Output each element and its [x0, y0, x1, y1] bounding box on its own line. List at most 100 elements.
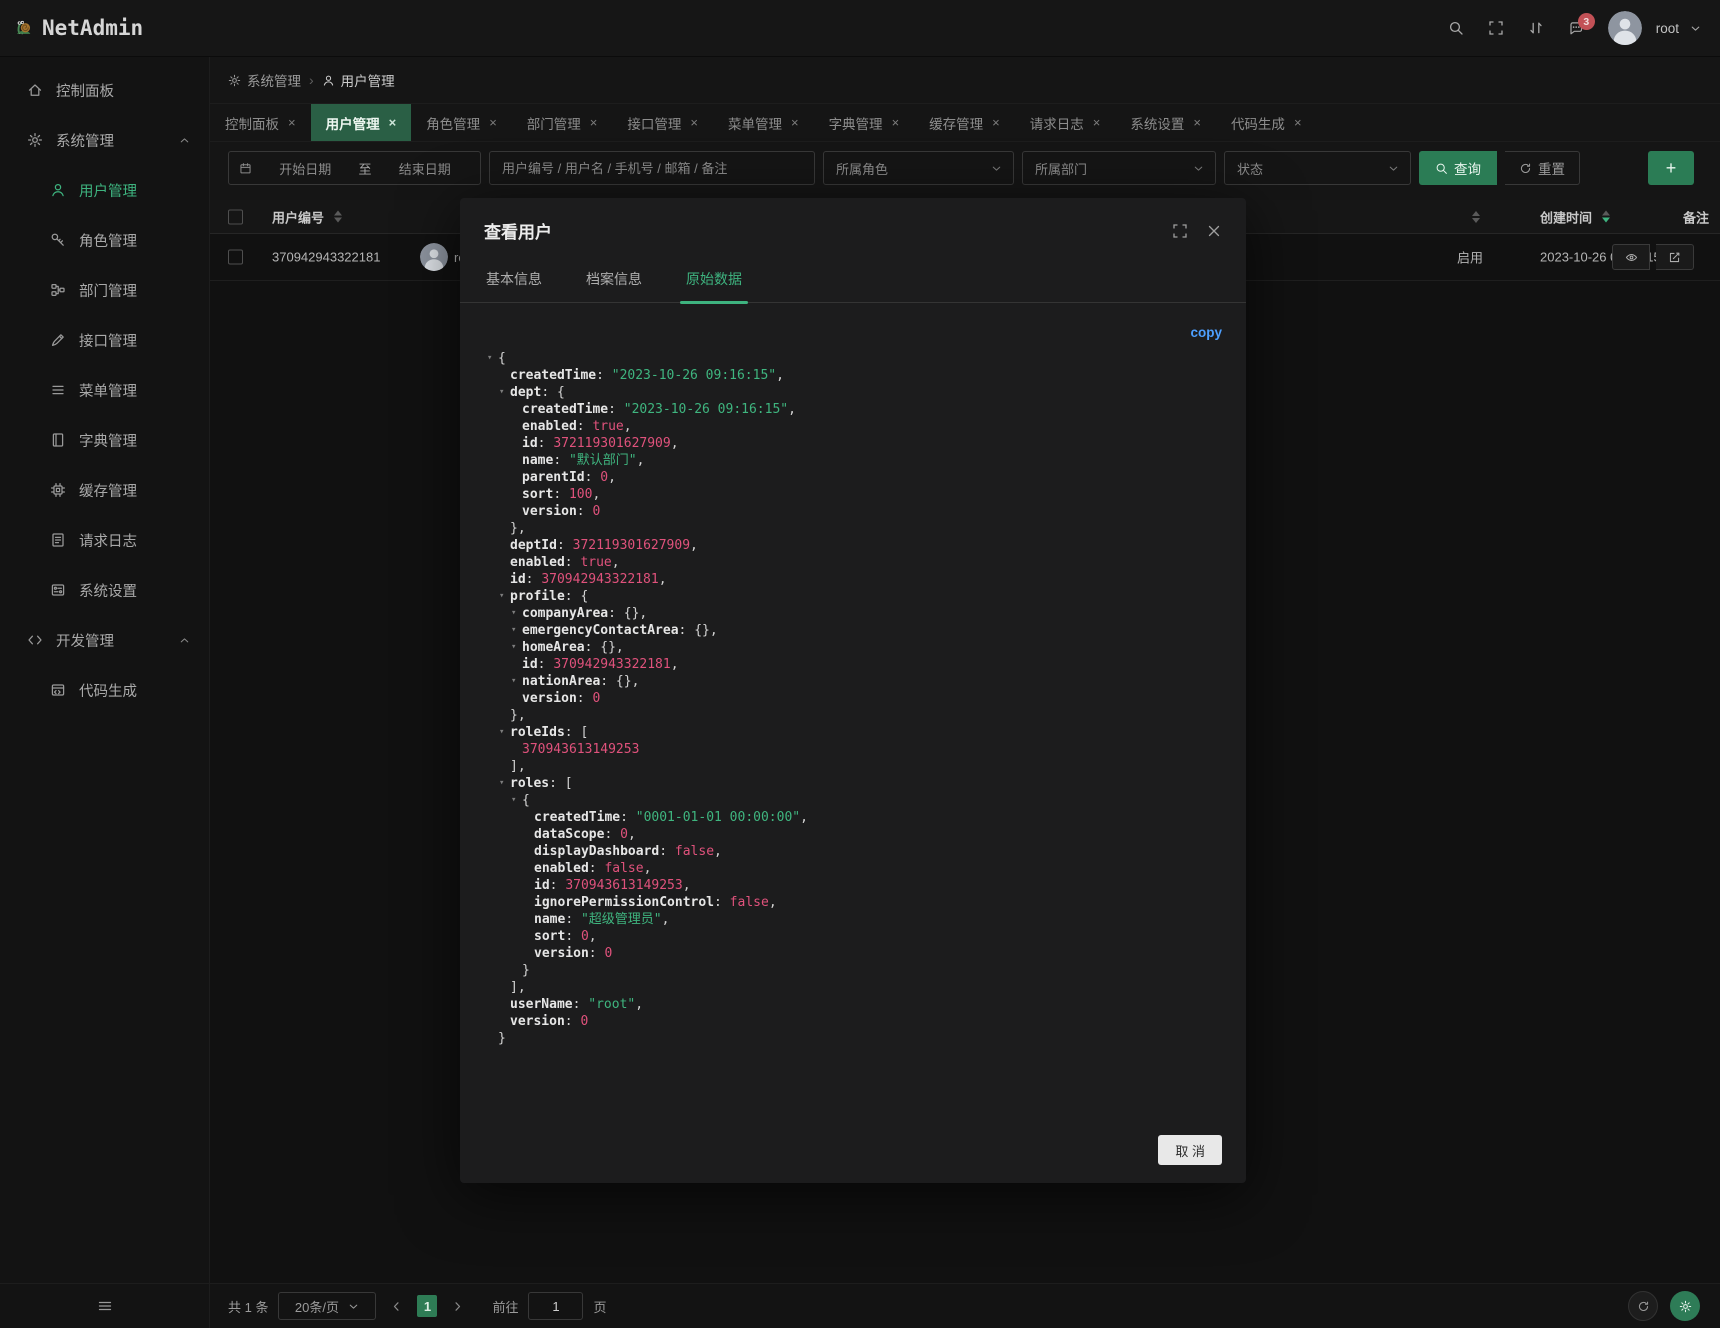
sort-icon[interactable] [1472, 211, 1480, 223]
row-checkbox[interactable] [228, 250, 243, 265]
prev-page-icon[interactable] [390, 1300, 403, 1313]
collapse-arrow-icon[interactable]: ▾ [499, 588, 510, 605]
dialog-tab-基本信息[interactable]: 基本信息 [484, 261, 544, 302]
collapse-arrow-icon[interactable]: ▾ [511, 792, 522, 809]
add-user-button[interactable]: + [1648, 151, 1694, 185]
role-select[interactable]: 所属角色 [823, 151, 1014, 185]
fullscreen-icon[interactable] [1488, 20, 1504, 36]
tab-close-icon[interactable]: × [1193, 115, 1201, 130]
user-avatar[interactable] [1608, 11, 1642, 45]
tab-close-icon[interactable]: × [892, 115, 900, 130]
collapse-arrow-icon[interactable]: ▾ [511, 639, 522, 656]
page-number-1[interactable]: 1 [417, 1295, 437, 1317]
dialog-close-icon[interactable] [1206, 223, 1222, 239]
dialog-tab-档案信息[interactable]: 档案信息 [584, 261, 644, 302]
sidebar-item-控制面板[interactable]: 控制面板 [0, 65, 209, 115]
collapse-arrow-icon[interactable]: ▾ [499, 775, 510, 792]
collapse-arrow-icon[interactable]: ▾ [511, 673, 522, 690]
tab-close-icon[interactable]: × [1294, 115, 1302, 130]
chevron-down-icon[interactable] [1689, 22, 1702, 35]
breadcrumb-item-users[interactable]: 用户管理 [322, 70, 395, 90]
theme-settings-button[interactable] [1670, 1291, 1700, 1321]
dept-select[interactable]: 所属部门 [1022, 151, 1216, 185]
json-line: version: 0 [484, 1013, 1222, 1030]
page-tab-label: 用户管理 [326, 113, 380, 133]
column-header-created-time[interactable]: 创建时间 [1540, 207, 1610, 226]
sidebar-item-系统管理[interactable]: 系统管理 [0, 115, 209, 165]
page-size-select[interactable]: 20条/页 [278, 1292, 376, 1320]
dialog-tab-原始数据[interactable]: 原始数据 [684, 261, 744, 302]
reset-button[interactable]: 重置 [1505, 151, 1580, 185]
sidebar-item-代码生成[interactable]: 代码生成 [0, 665, 209, 715]
search-icon[interactable] [1448, 20, 1464, 36]
page-tab-缓存管理[interactable]: 缓存管理× [914, 104, 1015, 141]
page-tab-label: 菜单管理 [728, 113, 782, 133]
collapse-arrow-icon[interactable]: ▾ [499, 384, 510, 401]
page-tab-菜单管理[interactable]: 菜单管理 × [713, 104, 814, 141]
sidebar-item-label: 开发管理 [56, 630, 114, 651]
page-tab-系统设置[interactable]: 系统设置× [1115, 104, 1216, 141]
collapse-arrow-icon[interactable]: ▾ [511, 605, 522, 622]
tab-close-icon[interactable]: × [389, 115, 397, 130]
sidebar-footer [0, 1283, 209, 1328]
collapse-arrow-icon[interactable]: ▾ [487, 350, 498, 367]
sidebar-item-角色管理[interactable]: 角色管理 [0, 215, 209, 265]
select-all-checkbox[interactable] [228, 209, 243, 224]
column-header-hidden[interactable] [1462, 211, 1480, 223]
column-header-user-id[interactable]: 用户编号 [272, 207, 342, 226]
json-line: parentId: 0, [484, 469, 1222, 486]
tab-close-icon[interactable]: × [690, 115, 698, 130]
tab-close-icon[interactable]: × [1093, 115, 1101, 130]
reload-page-button[interactable] [1628, 1291, 1658, 1321]
doc-icon [50, 532, 66, 548]
page-tab-请求日志[interactable]: 请求日志× [1015, 104, 1116, 141]
sidebar-item-系统设置[interactable]: 系统设置 [0, 565, 209, 615]
json-line: }, [484, 707, 1222, 724]
app-logo[interactable]: NetAdmin [0, 16, 143, 40]
org-icon [50, 282, 66, 298]
sidebar-item-缓存管理[interactable]: 缓存管理 [0, 465, 209, 515]
status-select[interactable]: 状态 [1224, 151, 1411, 185]
edit-row-button[interactable] [1656, 244, 1694, 270]
page-tab-部门管理[interactable]: 部门管理× [512, 104, 613, 141]
query-button[interactable]: 查询 [1419, 151, 1497, 185]
keyword-input[interactable] [489, 151, 815, 185]
sidebar-item-部门管理[interactable]: 部门管理 [0, 265, 209, 315]
username-label[interactable]: root [1656, 21, 1679, 36]
page-tab-接口管理[interactable]: 接口管理× [612, 104, 713, 141]
sidebar-item-字典管理[interactable]: 字典管理 [0, 415, 209, 465]
sidebar-item-菜单管理[interactable]: 菜单管理 [0, 365, 209, 415]
copy-json-link[interactable]: copy [484, 313, 1222, 350]
sidebar-item-接口管理[interactable]: 接口管理 [0, 315, 209, 365]
sidebar-item-用户管理[interactable]: 用户管理 [0, 165, 209, 215]
pen-icon [50, 332, 66, 348]
tab-close-icon[interactable]: × [288, 115, 296, 130]
view-row-button[interactable] [1612, 244, 1650, 270]
cancel-button[interactable]: 取 消 [1158, 1135, 1222, 1165]
page-tab-代码生成[interactable]: 代码生成× [1216, 104, 1317, 141]
sidebar-item-请求日志[interactable]: 请求日志 [0, 515, 209, 565]
tab-close-icon[interactable]: × [992, 115, 1000, 130]
breadcrumb-item-system[interactable]: 系统管理 [228, 70, 301, 90]
collapse-sidebar-icon[interactable] [97, 1298, 113, 1314]
sidebar-item-label: 控制面板 [56, 80, 114, 101]
message-icon[interactable]: 3 [1568, 20, 1584, 36]
goto-page-input[interactable] [528, 1292, 583, 1320]
dialog-fullscreen-icon[interactable] [1172, 223, 1188, 239]
next-page-icon[interactable] [451, 1300, 464, 1313]
sidebar-item-开发管理[interactable]: 开发管理 [0, 615, 209, 665]
collapse-arrow-icon[interactable]: ▾ [511, 622, 522, 639]
page-tab-字典管理[interactable]: 字典管理× [814, 104, 915, 141]
page-unit-label: 页 [593, 1297, 606, 1316]
page-tab-用户管理[interactable]: 用户管理 × [311, 104, 412, 141]
tab-close-icon[interactable]: × [791, 115, 799, 130]
collapse-arrow-icon[interactable]: ▾ [499, 724, 510, 741]
page-tab-角色管理[interactable]: 角色管理× [411, 104, 512, 141]
sort-icon-active[interactable] [1602, 211, 1610, 223]
sort-switch-icon[interactable] [1528, 20, 1544, 36]
page-tab-控制面板[interactable]: 控制面板× [210, 104, 311, 141]
date-range-picker[interactable]: 开始日期 至 结束日期 [228, 151, 481, 185]
tab-close-icon[interactable]: × [489, 115, 497, 130]
sort-icon[interactable] [334, 211, 342, 223]
tab-close-icon[interactable]: × [590, 115, 598, 130]
